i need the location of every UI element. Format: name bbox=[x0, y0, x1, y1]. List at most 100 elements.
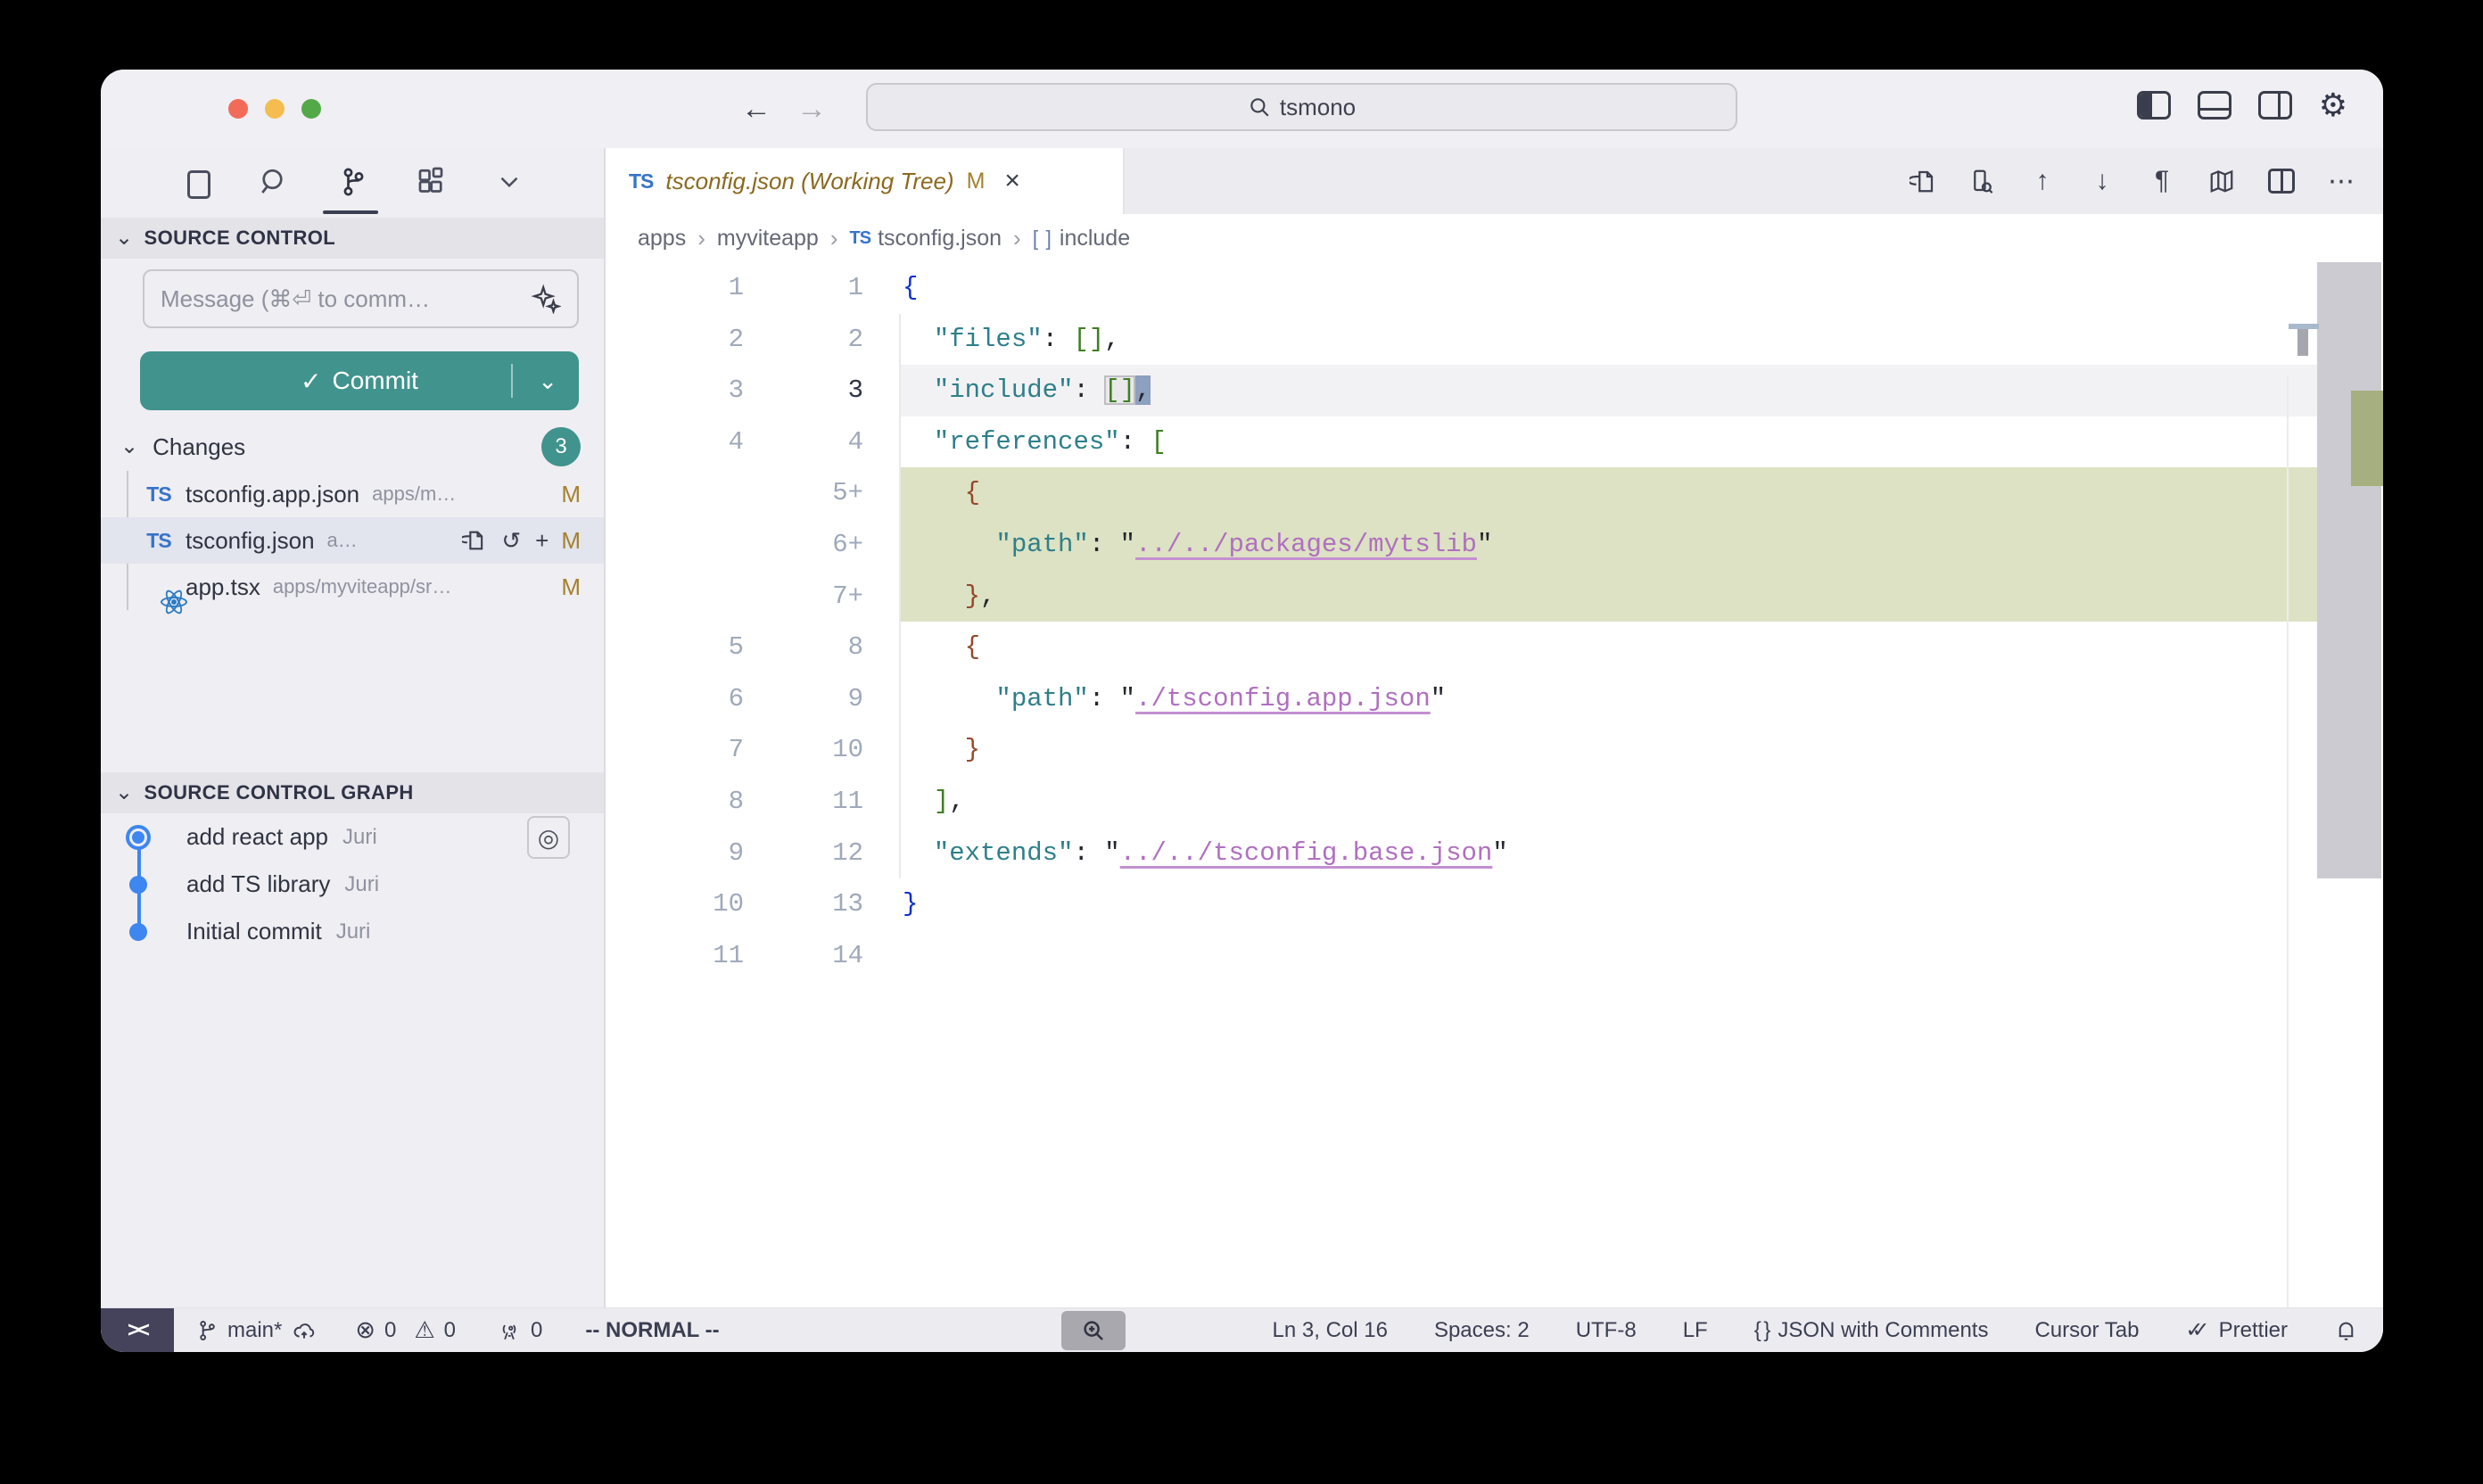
changed-file-row[interactable]: TS app.tsx apps/myviteapp/sr… ↺ + M bbox=[101, 564, 604, 610]
vertical-scrollbar-thumb[interactable] bbox=[2317, 262, 2381, 878]
code-line[interactable]: 7 10 } bbox=[606, 724, 2383, 776]
close-tab-icon[interactable]: × bbox=[1004, 168, 1020, 194]
code-line[interactable]: 4 4 "references": [ bbox=[606, 416, 2383, 468]
code-token: "path" bbox=[995, 684, 1088, 713]
tab-tsconfig-working-tree[interactable]: TS tsconfig.json (Working Tree) M × bbox=[606, 148, 1125, 214]
code-line[interactable]: 10 13 } bbox=[606, 878, 2383, 930]
stage-changes-icon[interactable]: + bbox=[535, 527, 549, 555]
breadcrumb-label: tsconfig.json bbox=[878, 226, 1002, 251]
zoom-window-button[interactable] bbox=[301, 99, 321, 119]
breadcrumb-item[interactable]: › TS [ ] include bbox=[1002, 225, 1130, 252]
line-content: { bbox=[899, 262, 2317, 314]
commit-button-label: Commit bbox=[333, 367, 418, 395]
code-line[interactable]: 5 8 { bbox=[606, 622, 2383, 673]
commit-button[interactable]: ✓ Commit ⌄ bbox=[140, 351, 579, 410]
code-line[interactable]: 3 3 "include": [], bbox=[606, 365, 2383, 416]
code-token bbox=[903, 325, 934, 354]
extensions-icon[interactable] bbox=[413, 164, 449, 200]
original-line-number: 7 bbox=[606, 724, 744, 776]
diff-editor[interactable]: 1 1 { 2 2 "files": [], 3 3 "include": []… bbox=[606, 262, 2383, 1307]
discard-changes-icon[interactable]: ↺ bbox=[501, 527, 521, 555]
code-line[interactable]: 7+ }, bbox=[606, 571, 2383, 622]
source-control-graph-header[interactable]: ⌄ SOURCE CONTROL GRAPH bbox=[101, 772, 604, 813]
remote-indicator[interactable]: >< bbox=[101, 1308, 174, 1353]
code-line[interactable]: 8 11 ], bbox=[606, 776, 2383, 828]
bullseye-icon[interactable]: ◎ bbox=[527, 816, 570, 859]
minimize-window-button[interactable] bbox=[265, 99, 285, 119]
overview-added-lines-marker bbox=[2351, 391, 2383, 486]
line-content: { bbox=[899, 622, 2317, 673]
branch-status-item[interactable]: main* bbox=[195, 1318, 318, 1343]
settings-gear-icon[interactable]: ⚙ bbox=[2319, 89, 2347, 121]
commit-dot-icon bbox=[129, 876, 167, 894]
code-line[interactable]: 9 12 "extends": "../../tsconfig.base.jso… bbox=[606, 828, 2383, 879]
code-token: " bbox=[1104, 838, 1119, 868]
language-mode-item[interactable]: { } JSON with Comments bbox=[1754, 1318, 1989, 1343]
collapse-chevron-icon: ⌄ bbox=[115, 227, 134, 249]
formatter-label: Prettier bbox=[2219, 1318, 2288, 1343]
encoding-item[interactable]: UTF-8 bbox=[1576, 1318, 1637, 1343]
more-views-chevron-icon[interactable] bbox=[491, 164, 527, 200]
command-center-search[interactable]: tsmono bbox=[866, 83, 1737, 131]
toggle-primary-sidebar-icon[interactable] bbox=[2137, 91, 2171, 120]
changed-file-row[interactable]: TS tsconfig.json a… ↺ + M bbox=[101, 517, 604, 564]
formatter-item[interactable]: ✓✓ Prettier bbox=[2185, 1317, 2288, 1343]
commit-row[interactable]: add TS library Juri ◎ bbox=[101, 861, 604, 908]
map-icon[interactable] bbox=[2207, 166, 2237, 196]
code-token: " bbox=[1120, 530, 1135, 559]
more-actions-icon[interactable]: ⋯ bbox=[2326, 166, 2356, 196]
breadcrumb-item[interactable]: › TS [ ] myviteapp bbox=[686, 225, 819, 252]
ports-status-item[interactable]: 0 bbox=[497, 1318, 542, 1343]
modified-badge: M bbox=[561, 527, 581, 555]
code-line[interactable]: 1 1 { bbox=[606, 262, 2383, 314]
commit-message-input[interactable]: Message (⌘⏎ to comm… bbox=[143, 269, 579, 328]
toggle-panel-icon[interactable] bbox=[2198, 91, 2231, 120]
open-changes-icon[interactable] bbox=[1967, 166, 1998, 196]
commit-message: Initial commit bbox=[186, 918, 322, 945]
navigate-forward-button[interactable]: → bbox=[792, 89, 831, 128]
commit-row[interactable]: Initial commit Juri ◎ bbox=[101, 908, 604, 955]
breadcrumb-label: include bbox=[1060, 226, 1130, 251]
code-token: "include" bbox=[934, 375, 1074, 405]
notifications-bell-icon[interactable] bbox=[2334, 1318, 2358, 1342]
changes-header[interactable]: ⌄ Changes 3 bbox=[101, 426, 604, 467]
next-change-icon[interactable]: ↓ bbox=[2087, 166, 2117, 196]
vim-mode-indicator: -- NORMAL -- bbox=[585, 1318, 719, 1343]
ports-count: 0 bbox=[531, 1318, 542, 1343]
navigate-back-button[interactable]: ← bbox=[737, 89, 776, 128]
code-token: "references" bbox=[934, 427, 1120, 457]
git-branch-icon bbox=[195, 1319, 219, 1342]
eol-item[interactable]: LF bbox=[1683, 1318, 1708, 1343]
modified-line-number: 8 bbox=[744, 622, 863, 673]
commit-dropdown-chevron-icon[interactable]: ⌄ bbox=[538, 351, 557, 410]
cursor-position-item[interactable]: Ln 3, Col 16 bbox=[1273, 1318, 1388, 1343]
indentation-item[interactable]: Spaces: 2 bbox=[1434, 1318, 1530, 1343]
code-line[interactable]: 6 9 "path": "./tsconfig.app.json" bbox=[606, 673, 2383, 725]
vim-mode-text: -- NORMAL -- bbox=[585, 1318, 719, 1343]
open-file-icon[interactable] bbox=[1908, 166, 1938, 196]
commit-row[interactable]: add react app Juri ◎ bbox=[101, 813, 604, 861]
close-window-button[interactable] bbox=[228, 99, 248, 119]
code-line[interactable]: 5+ { bbox=[606, 467, 2383, 519]
breadcrumb-item[interactable]: › TS [ ] apps bbox=[638, 226, 686, 251]
changed-file-row[interactable]: TS tsconfig.app.json apps/m… ↺ + M bbox=[101, 471, 604, 517]
search-view-icon[interactable] bbox=[256, 164, 292, 200]
open-file-icon[interactable] bbox=[462, 528, 487, 553]
code-line[interactable]: 2 2 "files": [], bbox=[606, 314, 2383, 366]
split-editor-icon[interactable] bbox=[2266, 166, 2297, 196]
code-line[interactable]: 6+ "path": "../../packages/mytslib" bbox=[606, 519, 2383, 571]
explorer-icon[interactable] bbox=[177, 164, 213, 200]
code-token: "path" bbox=[995, 530, 1088, 559]
toggle-secondary-sidebar-icon[interactable] bbox=[2258, 91, 2292, 120]
zoom-indicator[interactable] bbox=[1061, 1311, 1126, 1350]
sparkle-ai-icon[interactable] bbox=[531, 284, 561, 314]
cursor-tab-item[interactable]: Cursor Tab bbox=[2034, 1318, 2139, 1343]
render-whitespace-icon[interactable]: ¶ bbox=[2147, 166, 2177, 196]
code-line[interactable]: 11 14 bbox=[606, 930, 2383, 982]
breadcrumb-item[interactable]: › TS [ ] tsconfig.json bbox=[819, 225, 1002, 252]
problems-status-item[interactable]: ⊗ 0 ⚠︎ 0 bbox=[355, 1316, 456, 1344]
line-content: } bbox=[899, 878, 2317, 930]
source-control-icon[interactable] bbox=[334, 164, 370, 200]
source-control-section-header[interactable]: ⌄ SOURCE CONTROL bbox=[101, 218, 604, 259]
previous-change-icon[interactable]: ↑ bbox=[2027, 166, 2058, 196]
